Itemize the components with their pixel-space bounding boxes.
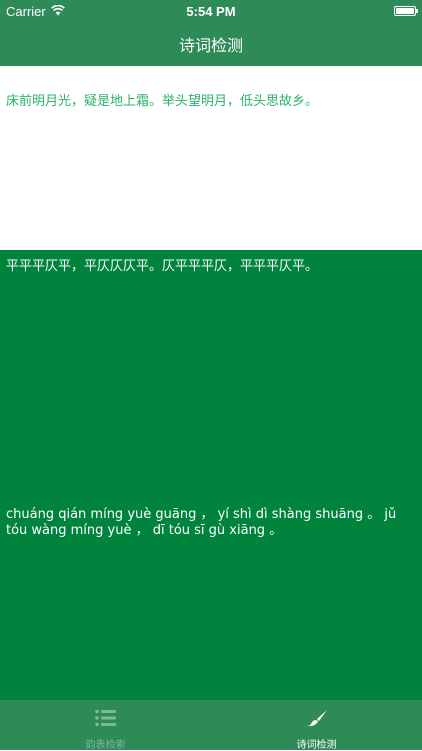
tab-rhyme-search-label: 韵表检索 — [85, 740, 126, 751]
battery-icon — [394, 6, 418, 16]
pinyin-text: chuáng qián míng yuè guāng ， yí shì dì s… — [6, 507, 397, 538]
brush-icon — [306, 709, 328, 731]
list-icon — [94, 709, 117, 731]
navigation-bar: 诗词检测 — [0, 22, 422, 66]
status-bar: Carrier 5:54 PM — [0, 0, 422, 22]
carrier-label: Carrier — [6, 3, 46, 19]
poem-input-text[interactable]: 床前明月光，疑是地上霜。举头望明月，低头思故乡。 — [6, 93, 416, 111]
tone-pattern-text: 平平平仄平，平仄仄仄平。仄平平平仄，平平平仄平。 — [6, 259, 319, 274]
tab-poem-check[interactable]: 诗词检测 — [211, 700, 422, 751]
tab-bar: 韵表检索 诗词检测 — [0, 700, 422, 751]
status-left: Carrier — [6, 4, 65, 19]
tab-rhyme-search[interactable]: 韵表检索 — [0, 700, 211, 751]
poem-input-area[interactable]: 床前明月光，疑是地上霜。举头望明月，低头思故乡。 — [0, 66, 422, 250]
nav-title: 诗词检测 — [178, 36, 243, 55]
tab-poem-check-label: 诗词检测 — [296, 740, 337, 751]
result-area: 平平平仄平，平仄仄仄平。仄平平平仄，平平平仄平。 chuáng qián mín… — [0, 250, 422, 700]
battery-fill — [396, 8, 414, 14]
wifi-icon — [50, 4, 65, 19]
